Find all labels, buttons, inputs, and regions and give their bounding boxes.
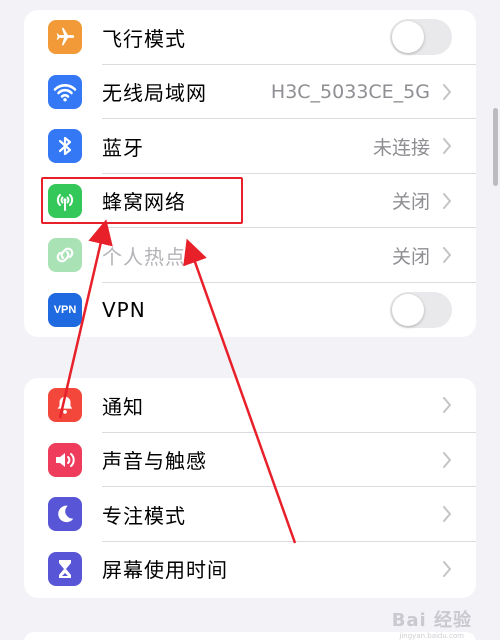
baidu-watermark-url: jingyan.baidu.com	[399, 632, 464, 640]
arrow-from-screen-time	[183, 238, 297, 544]
baidu-watermark: Bai 经验	[391, 610, 472, 631]
settings-screen: 飞行模式 无线局域网 H3C_5033CE_5G 蓝牙 未连接 蜂窝网络 关闭 …	[0, 0, 500, 640]
arrow-from-notifications	[58, 219, 113, 419]
annotation-arrows	[58, 219, 297, 544]
